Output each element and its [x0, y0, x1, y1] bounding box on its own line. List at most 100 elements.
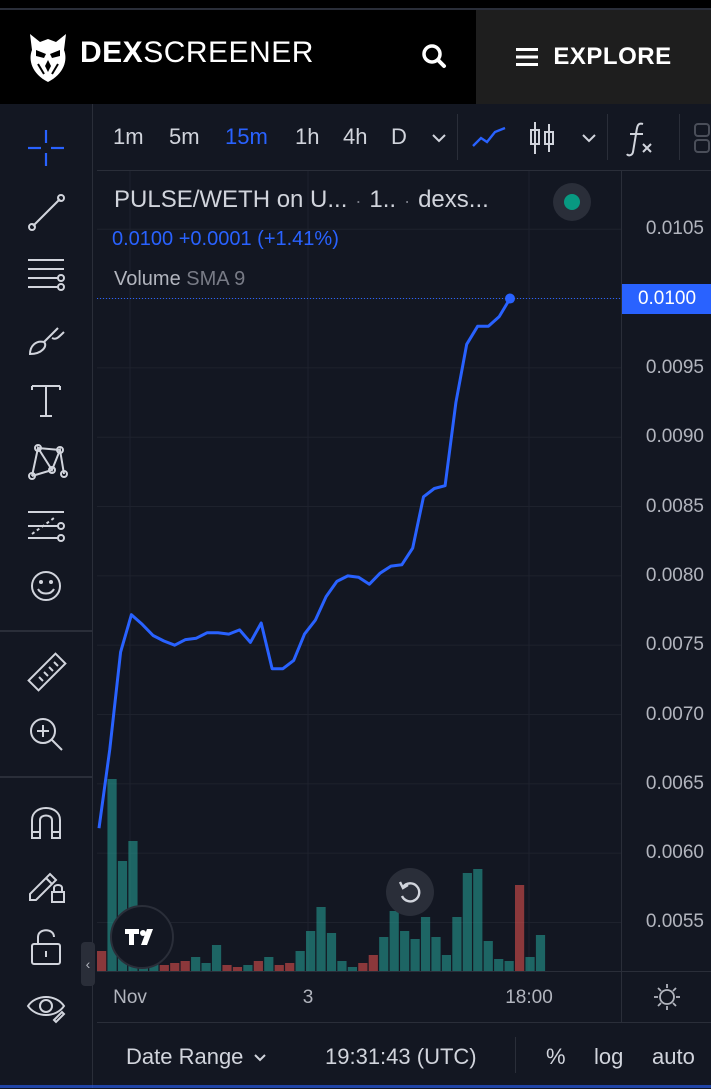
legend-price: 0.0100: [112, 228, 174, 250]
price-tick: 0.0065: [645, 772, 704, 794]
forecast-icon: [28, 511, 65, 542]
explore-button[interactable]: EXPLORE: [476, 10, 711, 104]
symbol-interval: 1..: [369, 186, 397, 213]
volume-bar: [441, 955, 452, 971]
time-tick: 3: [302, 987, 314, 1008]
lock-drawings-tool[interactable]: [18, 856, 74, 912]
magnet-tool[interactable]: [18, 794, 74, 850]
zoom-in-icon: [30, 718, 63, 751]
text-tool[interactable]: [18, 372, 74, 428]
tradingview-logo-icon: [125, 929, 153, 945]
chevron-down-icon: [432, 134, 446, 143]
search-button[interactable]: [412, 36, 456, 76]
time-tick: 18:00: [505, 987, 553, 1008]
chart-canvas[interactable]: [97, 171, 621, 971]
volume-bar: [316, 907, 326, 971]
price-tick: 0.0085: [645, 495, 704, 517]
zoom-tool[interactable]: [18, 706, 74, 762]
owl-logo-icon[interactable]: [24, 30, 72, 84]
ruler-icon: [27, 652, 67, 692]
chart-settings-button[interactable]: [621, 971, 711, 1022]
hamburger-menu-icon: [516, 48, 539, 66]
price-chart-svg[interactable]: [97, 171, 621, 971]
text-icon: [31, 385, 61, 417]
symbol-legend[interactable]: PULSE/WETH on U... · 1.. · dexs...: [114, 186, 489, 214]
volume-legend[interactable]: Volume SMA 9: [114, 268, 245, 291]
forecast-tool[interactable]: [18, 498, 74, 554]
date-range-label: Date Range: [126, 1044, 244, 1069]
chart-type-line-button[interactable]: [469, 118, 509, 158]
line-chart-icon: [472, 126, 506, 147]
log-scale-button[interactable]: log: [594, 1044, 623, 1070]
interval-4h[interactable]: 4h: [343, 124, 367, 150]
brand-name[interactable]: DEXSCREENER: [80, 36, 314, 70]
interval-d[interactable]: D: [391, 124, 407, 150]
hide-drawings-tool[interactable]: [18, 978, 74, 1034]
volume-bar: [400, 931, 410, 971]
volume-label: Volume: [114, 268, 181, 290]
function-icon: [626, 122, 652, 157]
price-axis[interactable]: 0.0105 0.0095 0.0090 0.0085 0.0080 0.0075 0.00…: [621, 171, 711, 971]
lock-all-tool[interactable]: [18, 918, 74, 974]
auto-scale-button[interactable]: auto: [652, 1044, 695, 1070]
fib-retracement-tool[interactable]: [18, 246, 74, 302]
tradingview-logo[interactable]: [110, 905, 174, 969]
interval-1m[interactable]: 1m: [113, 124, 144, 150]
pattern-tool[interactable]: [18, 434, 74, 490]
volume-bar: [201, 963, 211, 971]
last-price-point: [505, 293, 515, 304]
volume-bar: [264, 957, 274, 971]
brush-tool[interactable]: [18, 310, 74, 366]
symbol-source: dexs...: [418, 186, 489, 213]
price-tick: 0.0105: [645, 218, 704, 240]
magnet-icon: [31, 807, 61, 839]
chevron-down-icon: [254, 1054, 267, 1062]
layout-button[interactable]: [691, 118, 711, 158]
collapse-toolbar-handle[interactable]: ‹: [81, 942, 95, 986]
volume-bar: [306, 931, 316, 971]
icons-tool[interactable]: [18, 558, 74, 614]
volume-bar: [295, 951, 305, 971]
interval-5m[interactable]: 5m: [169, 124, 200, 150]
volume-bar: [358, 963, 368, 971]
measure-tool[interactable]: [18, 644, 74, 700]
layout-grid-icon: [694, 123, 710, 153]
toolbar-divider: [0, 630, 92, 632]
indicators-button[interactable]: [623, 118, 657, 158]
chevron-left-icon: ‹: [85, 956, 91, 972]
toolbar-divider: [0, 776, 92, 778]
volume-bar: [504, 961, 514, 971]
interval-15m[interactable]: 15m: [225, 124, 268, 150]
volume-bar: [191, 957, 201, 971]
volume-bar: [389, 911, 399, 971]
pencil-lock-icon: [29, 872, 65, 903]
date-range-button[interactable]: Date Range: [126, 1044, 269, 1070]
percent-scale-button[interactable]: %: [546, 1044, 566, 1070]
legend-separator: ·: [404, 191, 411, 211]
explore-label: EXPLORE: [553, 43, 672, 70]
price-tick: 0.0095: [645, 356, 704, 378]
trend-line-icon: [28, 194, 65, 231]
volume-bar: [515, 885, 525, 971]
volume-bar: [379, 937, 389, 971]
trend-line-tool[interactable]: [18, 184, 74, 240]
chart-type-dropdown[interactable]: [577, 118, 601, 158]
volume-bar: [431, 937, 441, 971]
interval-1h[interactable]: 1h: [295, 124, 319, 150]
price-series-line: [97, 297, 512, 829]
volume-bar: [473, 869, 483, 971]
volume-bar: [483, 941, 493, 971]
chart-toolbar: 1m 5m 15m 1h 4h D: [97, 104, 711, 171]
chart-type-candles-button[interactable]: [527, 118, 557, 158]
price-tick: 0.0070: [645, 703, 704, 725]
utc-clock[interactable]: 19:31:43 (UTC): [325, 1044, 477, 1070]
time-axis[interactable]: Nov 3 18:00: [97, 971, 621, 1022]
status-dot-icon: [564, 194, 580, 210]
crosshair-tool[interactable]: [18, 120, 74, 176]
intervals-dropdown[interactable]: [427, 118, 451, 158]
toolbar-divider: [679, 114, 680, 160]
reset-chart-button[interactable]: [386, 868, 434, 916]
price-tick: 0.0055: [645, 911, 704, 933]
volume-bar: [253, 961, 263, 971]
market-status-indicator[interactable]: [553, 183, 591, 221]
